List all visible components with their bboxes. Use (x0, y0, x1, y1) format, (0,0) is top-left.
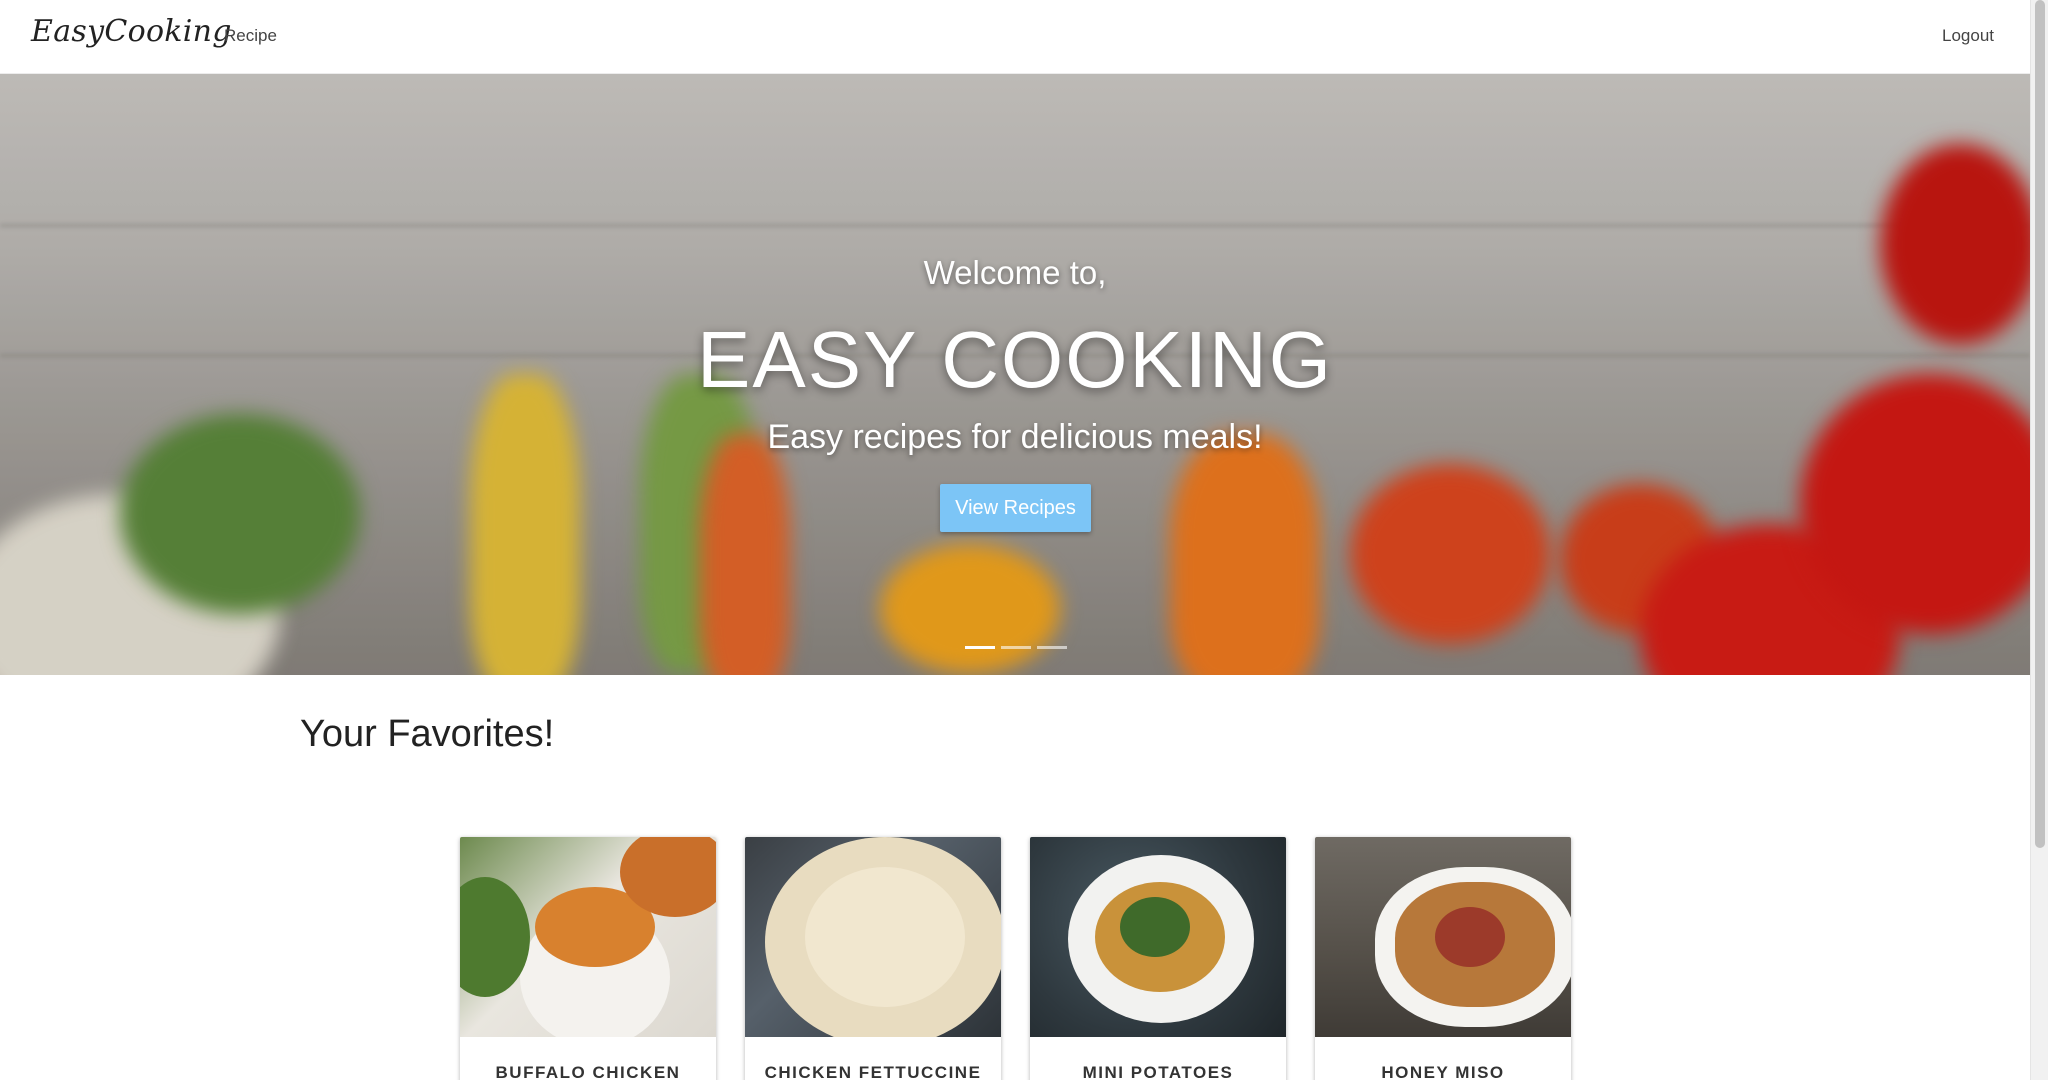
scrollbar-thumb[interactable] (2035, 0, 2045, 848)
nav-link-recipe[interactable]: Recipe (224, 26, 277, 46)
recipe-card-image[interactable] (1315, 837, 1571, 1037)
favorites-card-list: BUFFALO CHICKEN CHICKEN FETTUCCINE MINI … (460, 837, 1571, 1080)
carousel-indicator-2[interactable] (1001, 646, 1031, 649)
recipe-card-image[interactable] (745, 837, 1001, 1037)
hero-title: EASY COOKING (696, 315, 1334, 404)
hero-welcome-text: Welcome to, (923, 254, 1107, 291)
hero-content: Welcome to, EASY COOKING Easy recipes fo… (0, 74, 2030, 675)
carousel-indicator-3[interactable] (1037, 646, 1067, 649)
recipe-card-title: HONEY MISO (1381, 1063, 1505, 1080)
carousel-indicators (965, 646, 1067, 650)
page-scrollbar[interactable] (2030, 0, 2048, 1080)
recipe-card-image[interactable] (460, 837, 716, 1037)
recipe-card-title: MINI POTATOES (1082, 1063, 1234, 1080)
view-recipes-button[interactable]: View Recipes (940, 484, 1091, 532)
recipe-card[interactable]: BUFFALO CHICKEN (460, 837, 716, 1080)
hero-subtitle: Easy recipes for delicious meals! (767, 418, 1263, 456)
recipe-card-image[interactable] (1030, 837, 1286, 1037)
hero-carousel: Welcome to, EASY COOKING Easy recipes fo… (0, 74, 2030, 675)
recipe-card-title: BUFFALO CHICKEN (495, 1063, 681, 1080)
brand-logo[interactable]: EasyCooking (31, 14, 232, 49)
recipe-card-title: CHICKEN FETTUCCINE (764, 1063, 982, 1080)
logout-link[interactable]: Logout (1942, 26, 1994, 46)
recipe-card[interactable]: HONEY MISO (1315, 837, 1571, 1080)
top-navbar: EasyCooking Recipe Logout (0, 0, 2030, 74)
carousel-indicator-1[interactable] (965, 646, 995, 649)
recipe-card[interactable]: MINI POTATOES (1030, 837, 1286, 1080)
favorites-heading: Your Favorites! (300, 713, 555, 755)
recipe-card[interactable]: CHICKEN FETTUCCINE (745, 837, 1001, 1080)
